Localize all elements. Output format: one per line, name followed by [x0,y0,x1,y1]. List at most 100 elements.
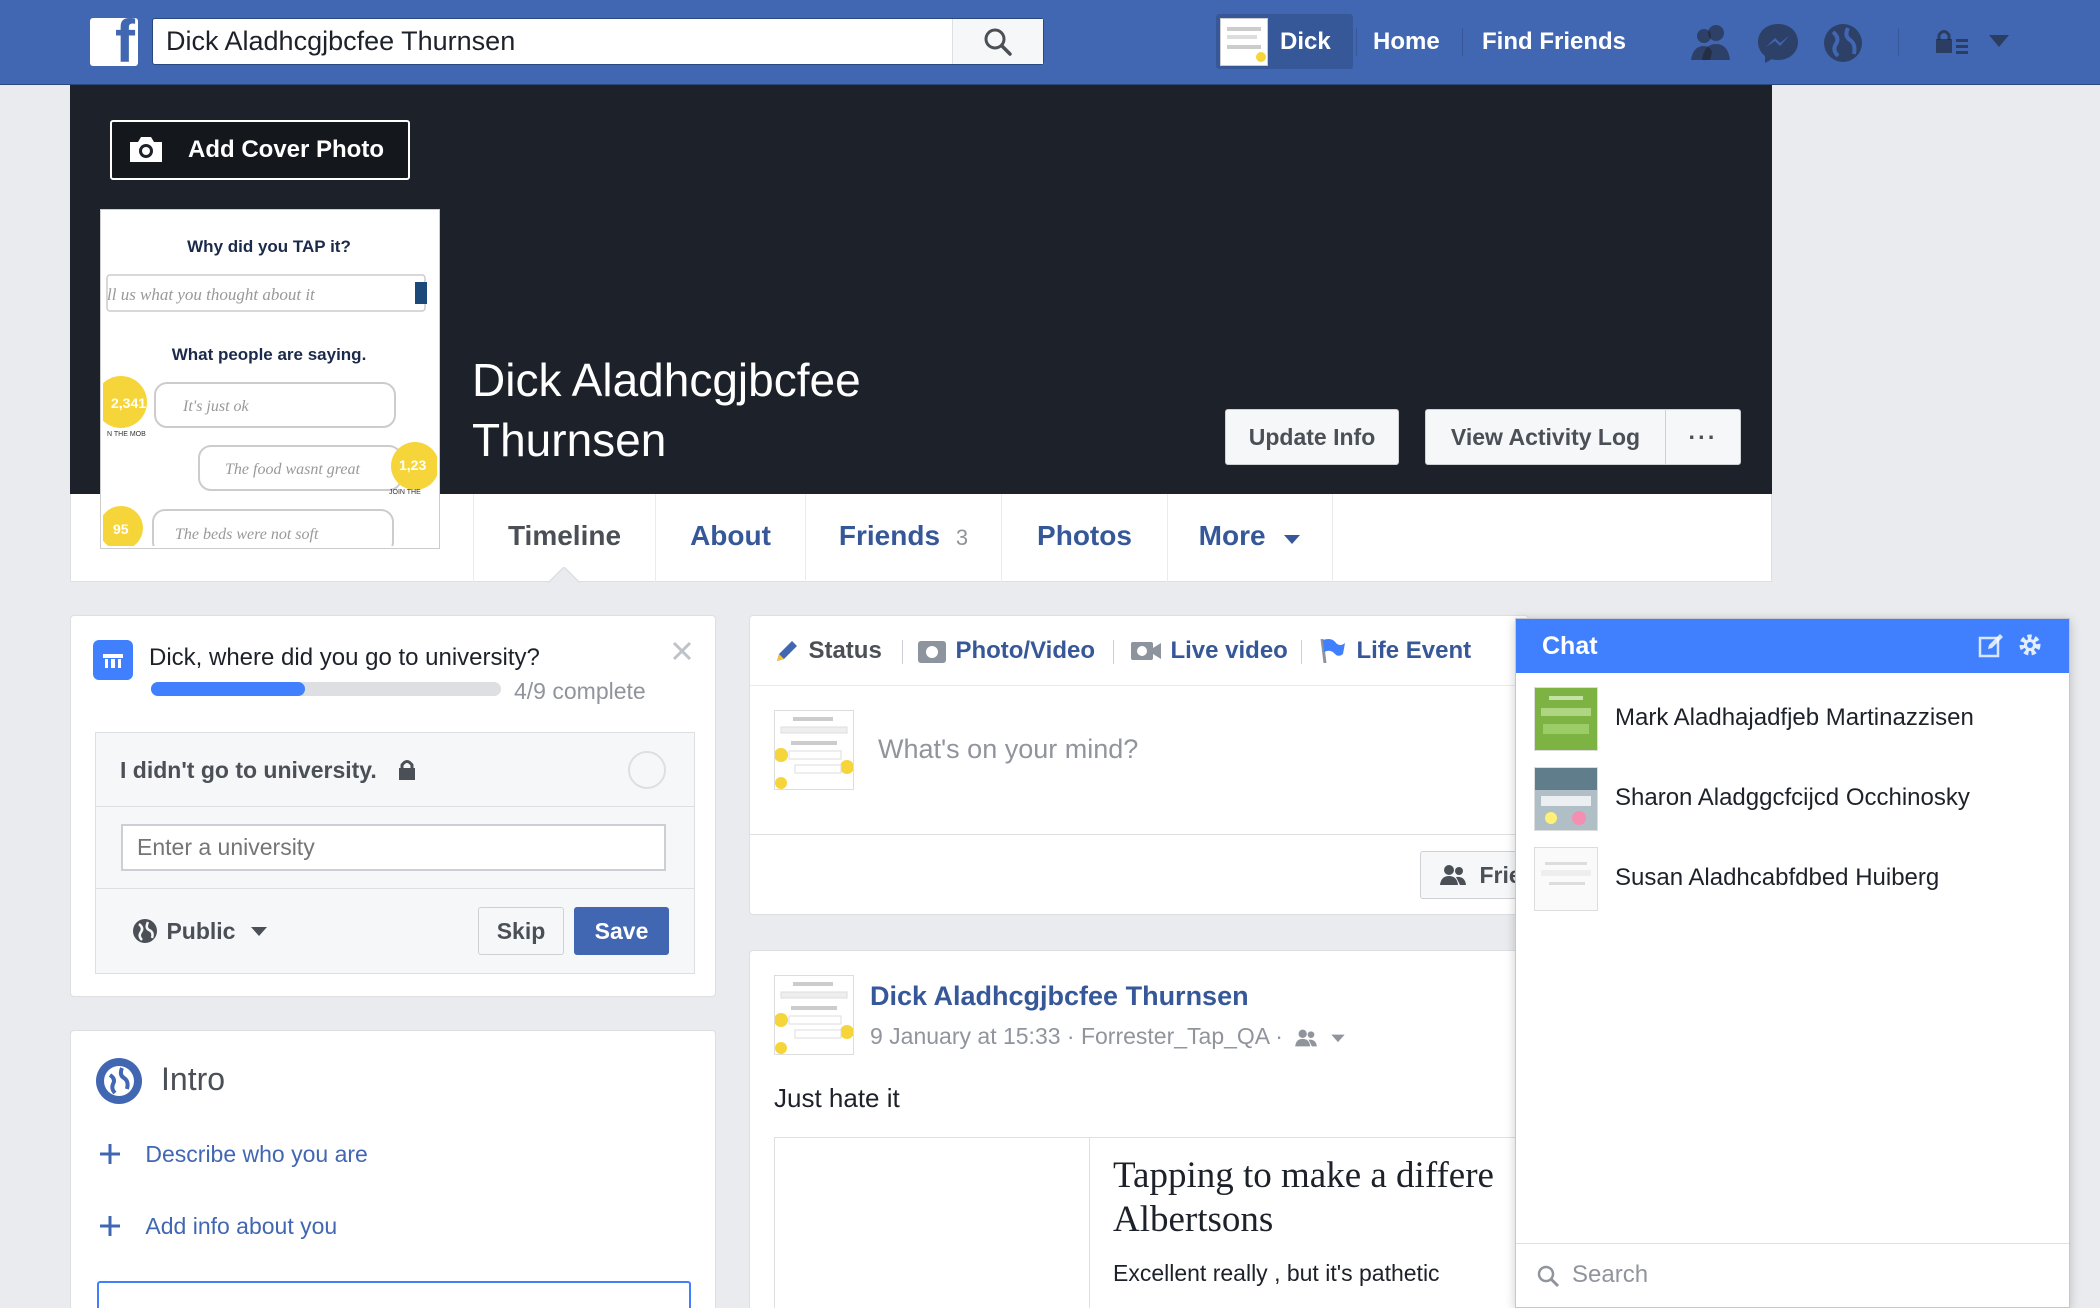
intro-title: Intro [161,1061,226,1097]
more-options-button[interactable]: ··· [1665,409,1741,465]
nav-home-link[interactable]: Home [1373,18,1440,65]
no-university-radio[interactable] [628,751,666,789]
university-question: Dick, where did you go to university? [149,644,540,671]
university-prompt-card: Dick, where did you go to university? 4/… [70,615,716,997]
life-event-label: Life Event [1356,637,1472,664]
profile-name-line-1: Dick Aladhcgjbcfee [472,354,861,406]
chat-header[interactable]: Chat [1516,619,2069,673]
chat-contact-row[interactable]: Sharon Aladggcfcijcd Occhinosky [1516,755,2069,835]
profile-name-line-2: Thurnsen [472,414,667,466]
tab-friends[interactable]: Friends 3 [805,494,1001,582]
view-activity-log-button[interactable]: View Activity Log [1425,409,1666,465]
privacy-label: Public [166,918,236,944]
composer-input[interactable]: What's on your mind? [878,734,1138,765]
skip-button[interactable]: Skip [478,907,564,955]
chat-contact-avatar [1534,847,1598,911]
svg-text:It's just ok: It's just ok [182,398,250,415]
tab-more[interactable]: More [1167,494,1333,582]
messenger-icon[interactable] [1755,20,1801,66]
divider [750,834,1528,835]
tab-more-label: More [1198,520,1266,551]
no-university-label: I didn't go to university. [120,757,377,783]
nav-profile-link[interactable]: Dick [1216,14,1353,69]
svg-text:2,341: 2,341 [111,395,146,411]
nav-divider [1356,28,1357,56]
photo-video-label: Photo/Video [955,637,1096,664]
gear-icon[interactable] [2016,631,2044,659]
link-preview[interactable]: Tapping to make a differe Albertsons Exc… [774,1137,1534,1308]
add-info-link[interactable]: Add info about you [99,1207,337,1241]
composer-tab-life-event[interactable]: Life Event [1318,634,1471,668]
friends-count: 3 [955,525,969,550]
facebook-logo[interactable]: f [90,18,138,66]
profile-picture[interactable]: Why did you TAP it? ll us what you thoug… [100,209,440,549]
chat-contact-row[interactable]: Mark Aladhajadfjeb Martinazzisen [1516,675,2069,755]
progress-text: 4/9 complete [514,678,646,704]
friend-requests-icon[interactable] [1688,20,1734,66]
chat-contact-name: Sharon Aladggcfcijcd Occhinosky [1615,784,1970,811]
intro-bio-input[interactable] [97,1281,691,1308]
describe-who-you-are-link[interactable]: Describe who you are [99,1135,368,1169]
nav-avatar [1220,18,1268,66]
university-input[interactable] [121,824,666,871]
privacy-selector[interactable]: Public [132,907,268,955]
status-label: Status [808,637,882,664]
update-info-button[interactable]: Update Info [1225,409,1399,465]
post-author-name[interactable]: Dick Aladhcgjbcfee Thurnsen [870,981,1249,1012]
search-icon [1537,1265,1560,1288]
logo-glyph: f [115,18,135,66]
profile-name[interactable]: Dick Aladhcgjbcfee Thurnsen [472,350,1032,470]
post-text: Just hate it [774,1083,900,1113]
friends-audience-icon[interactable] [1293,1028,1319,1048]
close-icon[interactable] [671,640,693,662]
friends-icon [1440,865,1466,885]
composer-tab-photo-video[interactable]: Photo/Video [917,634,1095,668]
composer-avatar [774,710,854,790]
search-input[interactable] [166,19,946,64]
intro-globe-icon [96,1058,142,1104]
timeline-post: Dick Aladhcgjbcfee Thurnsen 9 January at… [749,950,1534,1308]
search-button[interactable] [952,19,1043,64]
post-timestamp[interactable]: 9 January at 15:33 · Forrester_Tap_QA · [870,1023,1283,1049]
plus-icon [100,1215,120,1236]
nav-find-friends-link[interactable]: Find Friends [1482,18,1626,65]
chat-contact-name: Mark Aladhajadfjeb Martinazzisen [1615,704,1974,731]
add-info-label: Add info about you [145,1212,338,1239]
video-camera-icon [1131,642,1161,660]
divider [902,640,903,664]
chat-contact-name: Susan Aladhcabfdbed Huiberg [1615,864,1940,891]
post-author-avatar[interactable] [774,975,854,1055]
no-university-option[interactable]: I didn't go to university. [96,733,694,807]
new-message-compose-icon[interactable] [1978,633,2004,659]
nav-profile-name: Dick [1280,28,1331,55]
add-cover-photo-button[interactable]: Add Cover Photo [110,120,410,180]
tab-photos[interactable]: Photos [1001,494,1167,582]
chevron-down-icon[interactable] [1330,1033,1346,1043]
chat-title: Chat [1542,632,1598,660]
status-composer: Status Photo/Video Live video Life Event… [749,615,1560,915]
flag-icon [1320,638,1345,664]
divider [96,888,694,889]
chat-contact-row[interactable]: Susan Aladhcabfdbed Huiberg [1516,835,2069,915]
add-cover-photo-label: Add Cover Photo [188,136,384,163]
profile-picture-image: Why did you TAP it? ll us what you thoug… [101,212,439,548]
chat-search[interactable]: Search [1516,1243,2069,1307]
link-preview-image [775,1138,1090,1308]
chat-panel: Chat Mark Aladhajadfjeb Martinazzisen Sh… [1515,618,2070,1308]
tab-friends-label: Friends [838,520,941,551]
top-navigation-bar: f Dick Home Find Friends [0,0,2100,85]
camera-icon [918,641,946,663]
account-menu-chevron-down-icon[interactable] [1988,34,2010,48]
privacy-shortcuts-lock-icon[interactable] [1934,28,1970,56]
save-button[interactable]: Save [574,907,669,955]
progress-bar [151,682,501,696]
chevron-down-icon [1284,535,1301,544]
tab-about[interactable]: About [655,494,805,582]
svg-text:The food wasnt great: The food wasnt great [225,461,361,478]
composer-tab-live-video[interactable]: Live video [1130,634,1288,668]
nav-divider [1462,28,1463,56]
lock-icon [399,760,415,780]
school-icon [93,640,133,680]
notifications-globe-icon[interactable] [1820,20,1866,66]
composer-tab-status[interactable]: Status [774,634,882,668]
